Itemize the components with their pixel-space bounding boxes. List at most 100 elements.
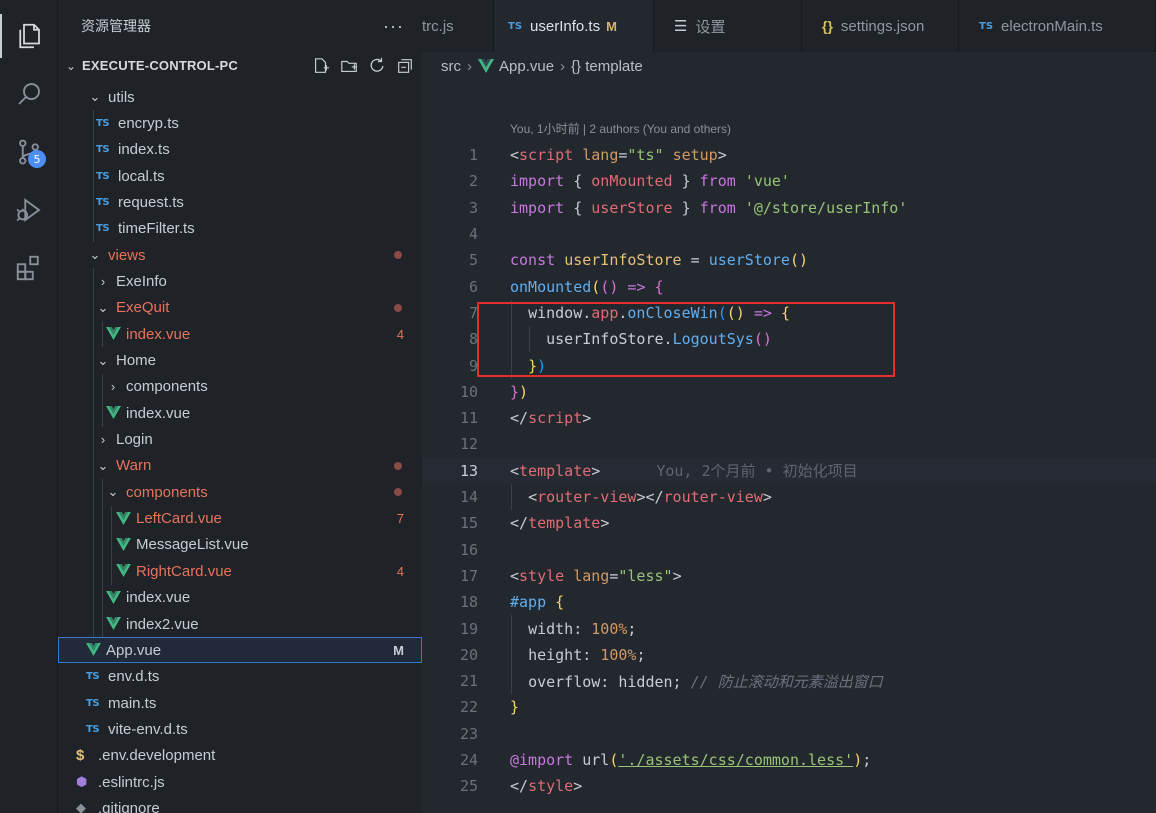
problem-count: 4	[396, 563, 404, 579]
tree-item-label: views	[108, 246, 146, 264]
tree-item[interactable]: › Login	[58, 427, 422, 453]
tree-item[interactable]: LeftCard.vue 7	[58, 506, 422, 532]
tree-item-label: .gitignore	[98, 799, 160, 813]
code-line[interactable]: 24 @import url('./assets/css/common.less'…	[422, 747, 1156, 773]
tree-item[interactable]: index.vue 4	[58, 321, 422, 347]
code-text: </style>	[510, 777, 583, 796]
tree-item[interactable]: MessageList.vue	[58, 532, 422, 558]
code-line[interactable]: 18 #app {	[422, 589, 1156, 615]
code-text: <script lang="ts" setup>	[510, 146, 727, 165]
tree-item-label: components	[126, 483, 208, 501]
code-line[interactable]: 3 import { userStore } from '@/store/user…	[422, 195, 1156, 221]
run-debug-icon[interactable]	[0, 182, 58, 238]
indent-guide	[111, 505, 112, 585]
tree-item-label: App.vue	[106, 641, 162, 659]
line-number: 3	[468, 198, 478, 217]
editor-tabs: trc.js TS userInfo.ts M ☰ 设置 {} settings…	[422, 0, 1156, 52]
code-line[interactable]: 13 <template> You, 2个月前 • 初始化项目	[422, 457, 1156, 484]
search-icon[interactable]	[0, 66, 58, 122]
codelens-blame[interactable]: You, 1小时前 | 2 authors (You and others)	[510, 120, 731, 137]
code-line[interactable]: 25 </style>	[422, 773, 1156, 799]
indent-guide	[511, 615, 512, 695]
tree-item[interactable]: TS local.ts	[58, 163, 422, 189]
more-actions-button[interactable]: ···	[383, 16, 404, 37]
tree-item[interactable]: TS encryp.ts	[58, 110, 422, 136]
breadcrumb-symbol[interactable]: {} template	[571, 58, 643, 75]
explorer-icon[interactable]	[0, 8, 58, 64]
refresh-icon[interactable]	[366, 56, 388, 76]
code-line[interactable]: 16	[422, 537, 1156, 563]
tree-item[interactable]: › ExeInfo	[58, 268, 422, 294]
code-line[interactable]: 19 width: 100%;	[422, 615, 1156, 641]
collapse-all-icon[interactable]	[394, 56, 416, 76]
modified-status: M	[606, 18, 617, 34]
tree-item[interactable]: $ .env.development	[58, 743, 422, 769]
tree-item[interactable]: RightCard.vue 4	[58, 558, 422, 584]
tree-item[interactable]: index2.vue	[58, 611, 422, 637]
tree-item[interactable]: TS vite-env.d.ts	[58, 716, 422, 742]
tab-electronmain-ts[interactable]: TS electronMain.ts	[959, 0, 1156, 52]
tree-item[interactable]: › components	[58, 374, 422, 400]
tree-item[interactable]: TS request.ts	[58, 189, 422, 215]
code-text: <router-view></router-view>	[528, 488, 772, 507]
ts-file-icon: TS	[508, 20, 523, 32]
tab-trc-js[interactable]: trc.js	[422, 0, 494, 52]
source-control-icon[interactable]: 5	[0, 124, 58, 180]
ts-file-icon: TS	[86, 697, 100, 709]
tree-item[interactable]: TS timeFilter.ts	[58, 216, 422, 242]
code-line[interactable]: 1 <script lang="ts" setup>	[422, 142, 1156, 168]
tab-settings-json[interactable]: {} settings.json	[802, 0, 959, 52]
tree-item[interactable]: ⌄ Warn	[58, 453, 422, 479]
code-line[interactable]: 6 onMounted(() => {	[422, 274, 1156, 300]
breadcrumb-src[interactable]: src	[441, 58, 461, 75]
tree-item[interactable]: TS index.ts	[58, 137, 422, 163]
tree-item-label: ExeQuit	[116, 299, 170, 317]
tree-item[interactable]: ⌄ components	[58, 479, 422, 505]
tree-item[interactable]: ⌄ utils	[58, 84, 422, 110]
env-file-icon: $	[76, 747, 85, 765]
tree-item[interactable]: ◆ .gitignore	[58, 795, 422, 813]
tree-item[interactable]: ⌄ Home	[58, 348, 422, 374]
code-line[interactable]: 21 overflow: hidden; // 防止滚动和元素溢出窗口	[422, 668, 1156, 694]
ts-file-icon: TS	[96, 170, 110, 182]
code-line[interactable]: 5 const userInfoStore = userStore()	[422, 247, 1156, 273]
code-line[interactable]: 15 </template>	[422, 510, 1156, 536]
code-line[interactable]: 11 </script>	[422, 405, 1156, 431]
code-line[interactable]: 12	[422, 431, 1156, 457]
code-line[interactable]: 17 <style lang="less">	[422, 563, 1156, 589]
tree-item[interactable]: TS env.d.ts	[58, 664, 422, 690]
chevron-right-icon: ›	[467, 57, 472, 75]
settings-menu-icon: ☰	[674, 18, 688, 35]
code-line[interactable]: 22}	[422, 694, 1156, 720]
line-number: 18	[459, 593, 478, 612]
new-folder-icon[interactable]	[338, 56, 360, 76]
code-line[interactable]: 20 height: 100%;	[422, 642, 1156, 668]
problem-count: 7	[396, 511, 404, 527]
tree-item[interactable]: TS main.ts	[58, 690, 422, 716]
code-line[interactable]: 10})	[422, 379, 1156, 405]
tree-item[interactable]: ⌄ ExeQuit	[58, 295, 422, 321]
git-file-icon: ◆	[76, 800, 86, 813]
code-line[interactable]: 23	[422, 721, 1156, 747]
tree-item-label: index.ts	[118, 141, 170, 159]
code-line[interactable]: 2 import { onMounted } from 'vue'	[422, 168, 1156, 194]
project-name: EXECUTE-CONTROL-PC	[82, 58, 238, 73]
tree-item[interactable]: ⌄ views	[58, 242, 422, 268]
breadcrumb-file[interactable]: App.vue	[499, 58, 554, 75]
ts-file-icon: TS	[96, 144, 110, 156]
vue-file-icon	[106, 590, 121, 605]
tree-item[interactable]: index.vue	[58, 400, 422, 426]
tree-item[interactable]: ⬢ .eslintrc.js	[58, 769, 422, 795]
code-text: import { userStore } from '@/store/userI…	[510, 198, 908, 217]
extensions-icon[interactable]	[0, 240, 58, 296]
code-line[interactable]: 14 <router-view></router-view>	[422, 484, 1156, 510]
tree-item[interactable]: App.vue M	[58, 637, 422, 664]
project-section-header[interactable]: ⌄ EXECUTE-CONTROL-PC	[58, 52, 422, 79]
tab-settings-ui[interactable]: ☰ 设置	[654, 0, 802, 52]
source-control-badge: 5	[28, 150, 46, 168]
vue-file-icon	[106, 406, 121, 420]
tab-userinfo-ts[interactable]: TS userInfo.ts M	[494, 0, 654, 52]
tree-item[interactable]: index.vue	[58, 585, 422, 611]
code-line[interactable]: 4	[422, 221, 1156, 247]
new-file-icon[interactable]	[310, 56, 332, 76]
